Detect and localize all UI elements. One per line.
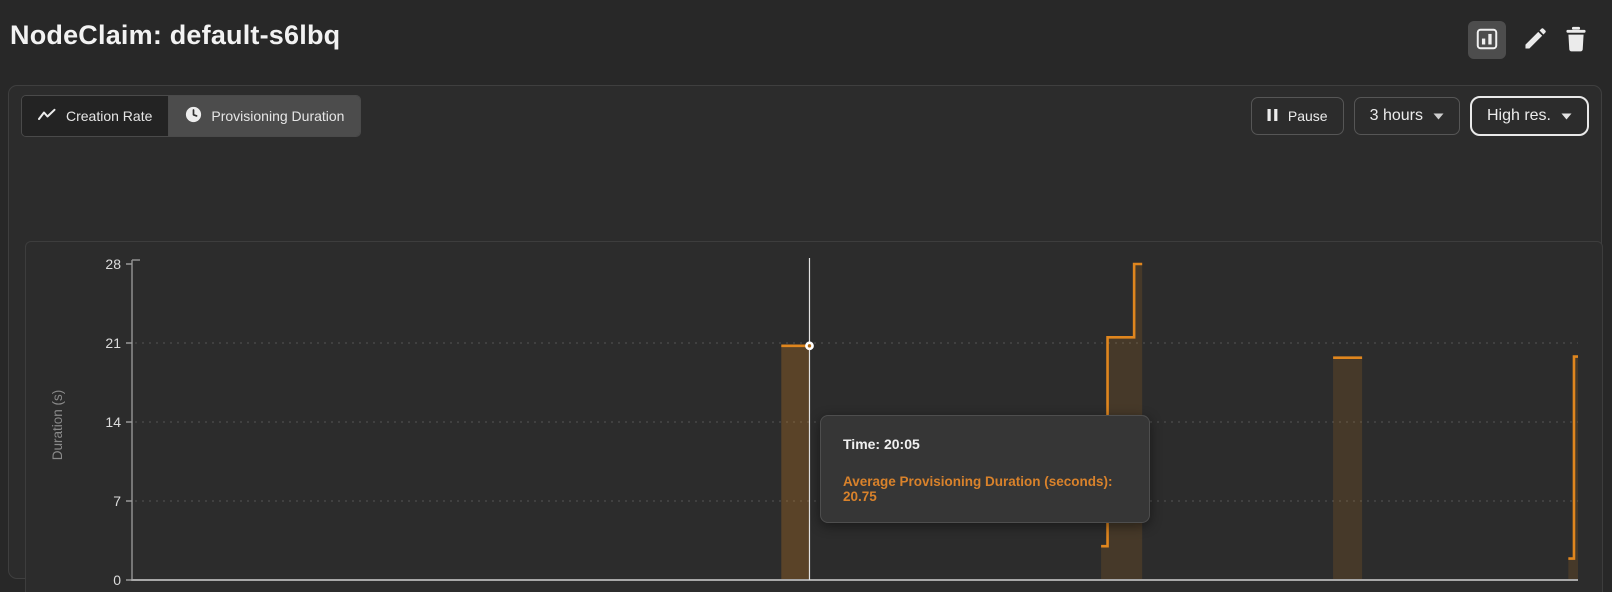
trash-icon xyxy=(1564,26,1588,55)
tooltip-series-value: Average Provisioning Duration (seconds):… xyxy=(843,474,1131,504)
chart-tooltip: Time: 20:05 Average Provisioning Duratio… xyxy=(820,415,1150,523)
tab-label: Provisioning Duration xyxy=(211,108,344,124)
pause-button[interactable]: Pause xyxy=(1251,97,1344,135)
chevron-down-icon xyxy=(1561,107,1572,125)
chart-toolbar: Creation Rate Provisioning Duration xyxy=(21,95,1589,137)
header-actions xyxy=(1468,21,1588,59)
svg-text:7: 7 xyxy=(113,493,121,509)
metrics-panel: Creation Rate Provisioning Duration xyxy=(8,85,1602,579)
activity-icon xyxy=(38,108,57,125)
svg-text:14: 14 xyxy=(105,414,121,430)
svg-text:Duration (s): Duration (s) xyxy=(50,390,65,461)
tab-label: Creation Rate xyxy=(66,108,152,124)
delete-button[interactable] xyxy=(1564,26,1588,55)
resolution-label: High res. xyxy=(1487,107,1551,125)
resolution-dropdown[interactable]: High res. xyxy=(1470,96,1589,136)
chart-view-button[interactable] xyxy=(1468,21,1506,59)
edit-button[interactable] xyxy=(1522,26,1548,55)
pause-label: Pause xyxy=(1288,108,1328,124)
chart-controls: Pause 3 hours High res. xyxy=(1251,96,1589,136)
range-label: 3 hours xyxy=(1370,107,1423,125)
page-title: NodeClaim: default-s6lbq xyxy=(10,20,340,51)
svg-text:0: 0 xyxy=(113,572,121,588)
tab-provisioning-duration[interactable]: Provisioning Duration xyxy=(168,96,360,136)
time-range-dropdown[interactable]: 3 hours xyxy=(1354,97,1460,135)
duration-chart-card: 0714212818:4119:3120:2121:41Duration (s)… xyxy=(25,241,1603,592)
nodeclaim-dashboard: NodeClaim: default-s6lbq xyxy=(0,0,1612,592)
svg-text:28: 28 xyxy=(105,256,121,272)
clock-icon xyxy=(185,106,202,126)
chevron-down-icon xyxy=(1433,107,1444,125)
duration-chart[interactable]: 0714212818:4119:3120:2121:41Duration (s) xyxy=(26,242,1602,592)
pause-icon xyxy=(1267,108,1278,125)
tooltip-time: Time: 20:05 xyxy=(843,436,1131,452)
bar-chart-icon xyxy=(1476,28,1498,53)
metric-tabs: Creation Rate Provisioning Duration xyxy=(21,95,361,137)
pencil-icon xyxy=(1522,26,1548,55)
tab-creation-rate[interactable]: Creation Rate xyxy=(22,96,168,136)
svg-text:21: 21 xyxy=(105,335,121,351)
